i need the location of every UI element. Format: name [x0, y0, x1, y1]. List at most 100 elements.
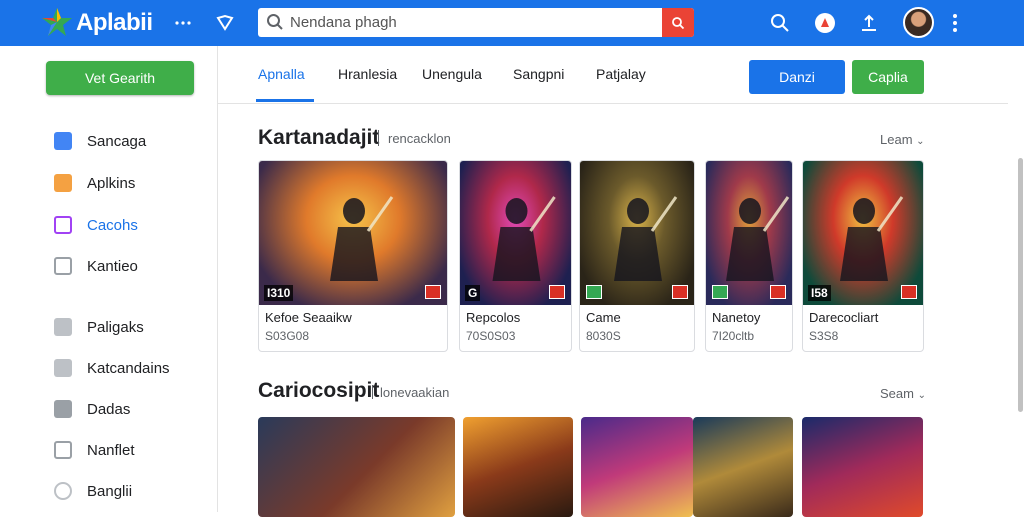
- section-title: Cariocosipit: [258, 379, 380, 402]
- game-card[interactable]: I58 Darecocliart S3S8: [802, 160, 924, 352]
- sidebar-item[interactable]: Paligaks: [54, 315, 144, 339]
- character-figure-icon: [330, 196, 394, 281]
- upload-icon[interactable]: [856, 10, 882, 36]
- age-rating-icon: [549, 285, 565, 299]
- game-meta: 8030S: [586, 329, 621, 343]
- primary-action-button[interactable]: Danzi: [749, 60, 845, 94]
- more-label: Seam: [880, 386, 914, 401]
- section-more-link[interactable]: Leam ⌄: [880, 132, 925, 147]
- app-logo-icon: [42, 8, 72, 36]
- tab-unengula[interactable]: Unengula: [422, 66, 482, 82]
- age-rating-icon: [672, 285, 688, 299]
- sidebar-item-label: Dadas: [87, 400, 131, 418]
- game-card[interactable]: Nanetoy 7I20cltb: [705, 160, 793, 352]
- age-rating-icon: [901, 285, 917, 299]
- nav-icon: [54, 174, 72, 192]
- chevron-down-icon: ⌄: [916, 136, 925, 147]
- game-title: Kefoe Seaaikw: [265, 310, 352, 325]
- sidebar-item[interactable]: Cacohs: [54, 213, 138, 237]
- rating-badge: I58: [808, 285, 831, 301]
- search-icon[interactable]: [767, 10, 793, 36]
- character-figure-icon: [614, 196, 678, 281]
- nav-icon: [54, 132, 72, 150]
- section-title: Kartanadajit: [258, 126, 380, 149]
- rating-badge: I310: [264, 285, 294, 301]
- nav-icon: [54, 257, 72, 275]
- game-meta: 7I20cltb: [712, 329, 755, 343]
- user-avatar[interactable]: [903, 7, 934, 38]
- nav-icon: [54, 359, 72, 377]
- nav-icon: [54, 318, 72, 336]
- game-card-art: [803, 161, 923, 305]
- game-card-art[interactable]: [581, 417, 693, 517]
- active-tab-indicator: [256, 99, 314, 102]
- game-title: Nanetoy: [712, 310, 761, 325]
- more-vertical-icon[interactable]: [942, 10, 968, 36]
- game-card[interactable]: G Repcolos 70S0S03: [459, 160, 572, 352]
- game-card-art: [580, 161, 694, 305]
- section-more-link[interactable]: Seam ⌄: [880, 386, 926, 401]
- game-meta: S3S8: [809, 329, 839, 343]
- title-divider: [378, 130, 379, 146]
- profile-badge-icon[interactable]: [812, 10, 838, 36]
- search-input[interactable]: [290, 11, 660, 34]
- app-brand[interactable]: Aplabii: [76, 9, 153, 37]
- shield-icon[interactable]: [212, 10, 238, 36]
- chevron-down-icon: ⌄: [917, 390, 926, 401]
- top-app-bar: Aplabii: [0, 0, 1024, 46]
- character-figure-icon: [726, 196, 790, 281]
- rating-badge: G: [465, 285, 481, 301]
- sidebar-item-label: Paligaks: [87, 318, 144, 336]
- section-subtitle: lonevaakian: [380, 385, 450, 400]
- search-icon: [267, 14, 283, 30]
- game-meta: S03G08: [265, 329, 310, 343]
- sidebar-item-label: Nanflet: [87, 441, 135, 459]
- nav-icon: [54, 482, 72, 500]
- search-submit-button[interactable]: [662, 8, 694, 37]
- age-rating-icon: [425, 285, 441, 299]
- sidebar-item-label: Banglii: [87, 482, 133, 500]
- sidebar: Vet Gearith Sancaga Aplkins Cacohs Kantieo P…: [0, 46, 218, 512]
- nav-icon: [54, 400, 72, 418]
- game-meta: 70S0S03: [466, 329, 516, 343]
- sidebar-item-label: Cacohs: [87, 216, 138, 234]
- sidebar-cta-button[interactable]: Vet Gearith: [46, 61, 194, 95]
- sidebar-item-label: Kantieo: [87, 257, 138, 275]
- vertical-scrollbar[interactable]: [1018, 158, 1023, 412]
- sidebar-item[interactable]: Kantieo: [54, 254, 138, 278]
- sidebar-item-label: Sancaga: [87, 132, 147, 150]
- tab-patjalay[interactable]: Patjalay: [596, 66, 646, 82]
- search-bar[interactable]: [258, 8, 694, 37]
- game-card-art[interactable]: [258, 417, 455, 517]
- sidebar-item[interactable]: Banglii: [54, 479, 132, 503]
- age-rating-icon: [770, 285, 786, 299]
- sidebar-item[interactable]: Katcandains: [54, 356, 170, 380]
- sidebar-item[interactable]: Dadas: [54, 397, 130, 421]
- game-card[interactable]: Came 8030S: [579, 160, 695, 352]
- top-tabs: Apnalla Hranlesia Unengula Sangpni Patja…: [218, 46, 1008, 104]
- sidebar-item-label: Katcandains: [87, 359, 170, 377]
- game-card-art[interactable]: [693, 417, 793, 517]
- tab-hranlesia[interactable]: Hranlesia: [338, 66, 397, 82]
- platform-badge-icon: [586, 285, 602, 299]
- sidebar-item-label: Aplkins: [87, 174, 136, 192]
- secondary-action-button[interactable]: Caplia: [852, 60, 924, 94]
- search-icon: [672, 16, 685, 29]
- character-figure-icon: [840, 196, 904, 281]
- tab-sangpni[interactable]: Sangpni: [513, 66, 564, 82]
- sidebar-item[interactable]: Sancaga: [54, 129, 146, 153]
- character-figure-icon: [492, 196, 556, 281]
- game-title: Repcolos: [466, 310, 521, 325]
- sidebar-item[interactable]: Aplkins: [54, 171, 135, 195]
- sidebar-item[interactable]: Nanflet: [54, 438, 135, 462]
- game-card-art: [259, 161, 447, 305]
- platform-badge-icon: [712, 285, 728, 299]
- game-card-art: [706, 161, 792, 305]
- more-horizontal-icon[interactable]: [170, 10, 196, 36]
- game-card[interactable]: I310 Kefoe Seaaikw S03G08: [258, 160, 448, 352]
- game-card-art[interactable]: [463, 417, 573, 517]
- nav-icon: [54, 441, 72, 459]
- tab-apnalla[interactable]: Apnalla: [258, 66, 305, 82]
- game-title: Darecocliart: [809, 310, 879, 325]
- game-card-art[interactable]: [802, 417, 923, 517]
